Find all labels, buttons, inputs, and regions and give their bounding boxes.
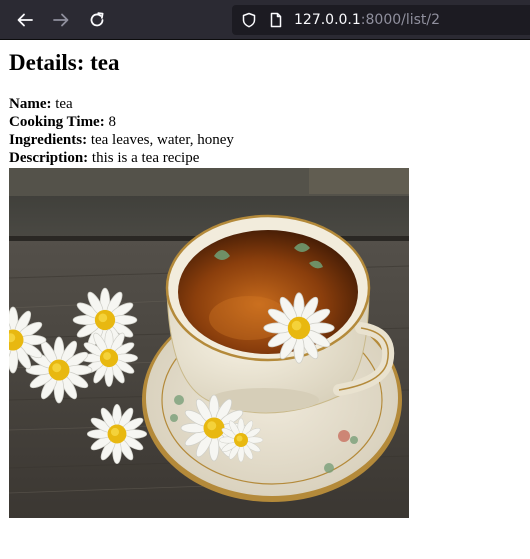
page-title: Details: tea: [9, 50, 120, 75]
arrow-left-icon: [16, 11, 34, 29]
field-value: 8: [108, 114, 116, 130]
description-row: Description: this is a tea recipe: [9, 149, 234, 167]
recipe-details: Name: tea Cooking Time: 8 Ingredients: t…: [9, 95, 234, 167]
shield-icon[interactable]: [241, 12, 257, 28]
field-label: Cooking Time:: [9, 114, 105, 130]
url-host: 127.0.0.1: [294, 12, 361, 28]
forward-button[interactable]: [49, 8, 73, 32]
arrow-right-icon: [52, 11, 70, 29]
field-label: Description:: [9, 150, 89, 166]
page-icon[interactable]: [268, 12, 284, 28]
name-row: Name: tea: [9, 95, 234, 113]
url-path: :8000/list/2: [360, 12, 441, 28]
reload-icon: [88, 11, 106, 29]
url-bar[interactable]: 127.0.0.1:8000/list/2: [232, 5, 530, 35]
reload-button[interactable]: [85, 8, 109, 32]
cooking-time-row: Cooking Time: 8: [9, 113, 234, 131]
field-value: this is a tea recipe: [91, 150, 200, 166]
back-button[interactable]: [13, 8, 37, 32]
field-label: Ingredients:: [9, 132, 88, 148]
url-text[interactable]: 127.0.0.1:8000/list/2: [294, 11, 440, 29]
field-value: tea: [55, 96, 73, 112]
page-content: Details: tea Name: tea Cooking Time: 8 I…: [0, 40, 530, 559]
recipe-image: [9, 168, 409, 518]
browser-toolbar: 127.0.0.1:8000/list/2: [0, 0, 530, 40]
field-label: Name:: [9, 96, 52, 112]
ingredients-row: Ingredients: tea leaves, water, honey: [9, 131, 234, 149]
field-value: tea leaves, water, honey: [90, 132, 234, 148]
